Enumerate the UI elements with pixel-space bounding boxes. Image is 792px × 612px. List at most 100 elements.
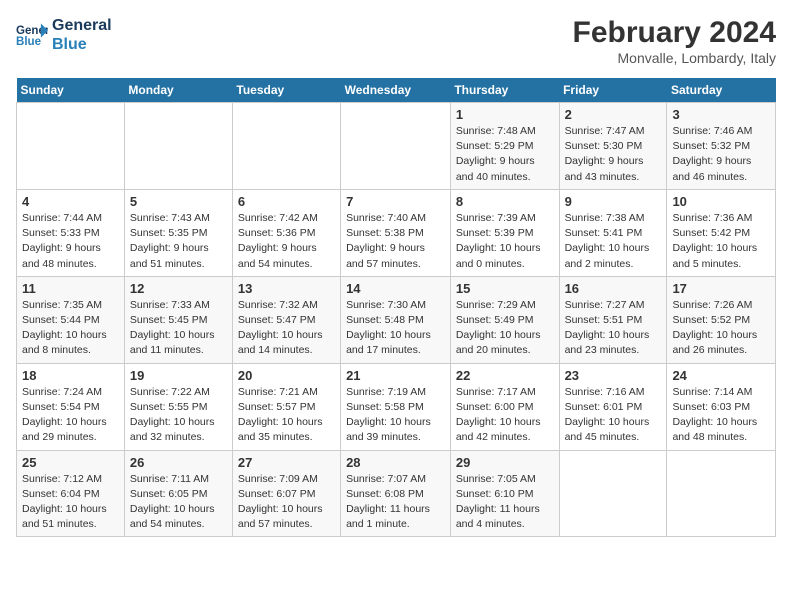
calendar-cell: 26 Sunrise: 7:11 AM Sunset: 6:05 PM Dayli… (124, 450, 232, 537)
day-info: Sunrise: 7:33 AM Sunset: 5:45 PM Dayligh… (130, 298, 227, 359)
calendar-cell (17, 103, 125, 190)
day-number: 29 (456, 455, 554, 470)
logo-text-general: General (52, 16, 112, 35)
day-info: Sunrise: 7:11 AM Sunset: 6:05 PM Dayligh… (130, 472, 227, 533)
day-number: 20 (238, 368, 335, 383)
calendar-cell: 1Sunrise: 7:48 AM Sunset: 5:29 PM Daylig… (450, 103, 559, 190)
calendar-cell: 28 Sunrise: 7:07 AM Sunset: 6:08 PM Dayli… (341, 450, 451, 537)
calendar-cell: 11 Sunrise: 7:35 AM Sunset: 5:44 PM Dayli… (17, 276, 125, 363)
day-info: Sunrise: 7:21 AM Sunset: 5:57 PM Dayligh… (238, 385, 335, 446)
calendar-cell (124, 103, 232, 190)
calendar-week-row: 11 Sunrise: 7:35 AM Sunset: 5:44 PM Dayli… (17, 276, 776, 363)
calendar-cell: 24 Sunrise: 7:14 AM Sunset: 6:03 PM Dayli… (667, 363, 776, 450)
calendar-cell: 9 Sunrise: 7:38 AM Sunset: 5:41 PM Daylig… (559, 189, 667, 276)
calendar-cell: 4 Sunrise: 7:44 AM Sunset: 5:33 PM Daylig… (17, 189, 125, 276)
day-number: 2 (565, 107, 662, 122)
calendar-cell: 8Sunrise: 7:39 AM Sunset: 5:39 PM Daylig… (450, 189, 559, 276)
day-number: 28 (346, 455, 445, 470)
day-number: 13 (238, 281, 335, 296)
day-info: Sunrise: 7:43 AM Sunset: 5:35 PM Dayligh… (130, 211, 227, 272)
calendar-cell (341, 103, 451, 190)
calendar-cell: 3 Sunrise: 7:46 AM Sunset: 5:32 PM Daylig… (667, 103, 776, 190)
weekday-header: Tuesday (232, 78, 340, 103)
calendar-cell (667, 450, 776, 537)
day-info: Sunrise: 7:46 AM Sunset: 5:32 PM Dayligh… (672, 124, 770, 185)
day-info: Sunrise: 7:42 AM Sunset: 5:36 PM Dayligh… (238, 211, 335, 272)
day-info: Sunrise: 7:38 AM Sunset: 5:41 PM Dayligh… (565, 211, 662, 272)
calendar-cell: 19 Sunrise: 7:22 AM Sunset: 5:55 PM Dayli… (124, 363, 232, 450)
calendar-cell: 5 Sunrise: 7:43 AM Sunset: 5:35 PM Daylig… (124, 189, 232, 276)
day-number: 19 (130, 368, 227, 383)
day-number: 12 (130, 281, 227, 296)
calendar-cell: 18 Sunrise: 7:24 AM Sunset: 5:54 PM Dayli… (17, 363, 125, 450)
weekday-header: Saturday (667, 78, 776, 103)
calendar-cell: 20 Sunrise: 7:21 AM Sunset: 5:57 PM Dayli… (232, 363, 340, 450)
day-info: Sunrise: 7:30 AM Sunset: 5:48 PM Dayligh… (346, 298, 445, 359)
day-info: Sunrise: 7:39 AM Sunset: 5:39 PM Dayligh… (456, 211, 554, 272)
day-number: 7 (346, 194, 445, 209)
calendar-cell: 21 Sunrise: 7:19 AM Sunset: 5:58 PM Dayli… (341, 363, 451, 450)
day-info: Sunrise: 7:26 AM Sunset: 5:52 PM Dayligh… (672, 298, 770, 359)
day-number: 15 (456, 281, 554, 296)
calendar-week-row: 1Sunrise: 7:48 AM Sunset: 5:29 PM Daylig… (17, 103, 776, 190)
calendar-cell: 10 Sunrise: 7:36 AM Sunset: 5:42 PM Dayli… (667, 189, 776, 276)
weekday-header-row: SundayMondayTuesdayWednesdayThursdayFrid… (17, 78, 776, 103)
day-info: Sunrise: 7:24 AM Sunset: 5:54 PM Dayligh… (22, 385, 119, 446)
day-number: 6 (238, 194, 335, 209)
title-block: February 2024 Monvalle, Lombardy, Italy (573, 16, 776, 66)
day-number: 9 (565, 194, 662, 209)
day-info: Sunrise: 7:14 AM Sunset: 6:03 PM Dayligh… (672, 385, 770, 446)
day-info: Sunrise: 7:05 AM Sunset: 6:10 PM Dayligh… (456, 472, 554, 533)
calendar-cell: 7Sunrise: 7:40 AM Sunset: 5:38 PM Daylig… (341, 189, 451, 276)
day-number: 10 (672, 194, 770, 209)
day-number: 4 (22, 194, 119, 209)
day-info: Sunrise: 7:17 AM Sunset: 6:00 PM Dayligh… (456, 385, 554, 446)
day-info: Sunrise: 7:29 AM Sunset: 5:49 PM Dayligh… (456, 298, 554, 359)
day-number: 24 (672, 368, 770, 383)
calendar-table: SundayMondayTuesdayWednesdayThursdayFrid… (16, 78, 776, 537)
day-info: Sunrise: 7:22 AM Sunset: 5:55 PM Dayligh… (130, 385, 227, 446)
day-info: Sunrise: 7:07 AM Sunset: 6:08 PM Dayligh… (346, 472, 445, 533)
logo-icon: General Blue (16, 21, 48, 49)
calendar-week-row: 4 Sunrise: 7:44 AM Sunset: 5:33 PM Daylig… (17, 189, 776, 276)
day-info: Sunrise: 7:09 AM Sunset: 6:07 PM Dayligh… (238, 472, 335, 533)
day-info: Sunrise: 7:35 AM Sunset: 5:44 PM Dayligh… (22, 298, 119, 359)
day-number: 11 (22, 281, 119, 296)
calendar-cell: 6 Sunrise: 7:42 AM Sunset: 5:36 PM Daylig… (232, 189, 340, 276)
day-info: Sunrise: 7:36 AM Sunset: 5:42 PM Dayligh… (672, 211, 770, 272)
calendar-cell (232, 103, 340, 190)
day-number: 3 (672, 107, 770, 122)
calendar-cell (559, 450, 667, 537)
day-number: 26 (130, 455, 227, 470)
calendar-cell: 14Sunrise: 7:30 AM Sunset: 5:48 PM Dayli… (341, 276, 451, 363)
weekday-header: Wednesday (341, 78, 451, 103)
weekday-header: Sunday (17, 78, 125, 103)
day-info: Sunrise: 7:12 AM Sunset: 6:04 PM Dayligh… (22, 472, 119, 533)
day-number: 17 (672, 281, 770, 296)
day-info: Sunrise: 7:27 AM Sunset: 5:51 PM Dayligh… (565, 298, 662, 359)
calendar-week-row: 18 Sunrise: 7:24 AM Sunset: 5:54 PM Dayli… (17, 363, 776, 450)
day-info: Sunrise: 7:47 AM Sunset: 5:30 PM Dayligh… (565, 124, 662, 185)
logo: General Blue General Blue (16, 16, 112, 54)
day-number: 21 (346, 368, 445, 383)
calendar-cell: 27 Sunrise: 7:09 AM Sunset: 6:07 PM Dayli… (232, 450, 340, 537)
day-number: 5 (130, 194, 227, 209)
calendar-cell: 15 Sunrise: 7:29 AM Sunset: 5:49 PM Dayli… (450, 276, 559, 363)
weekday-header: Monday (124, 78, 232, 103)
day-number: 25 (22, 455, 119, 470)
calendar-cell: 29 Sunrise: 7:05 AM Sunset: 6:10 PM Dayli… (450, 450, 559, 537)
svg-text:Blue: Blue (16, 36, 42, 48)
weekday-header: Thursday (450, 78, 559, 103)
calendar-cell: 13Sunrise: 7:32 AM Sunset: 5:47 PM Dayli… (232, 276, 340, 363)
day-number: 22 (456, 368, 554, 383)
day-info: Sunrise: 7:19 AM Sunset: 5:58 PM Dayligh… (346, 385, 445, 446)
day-number: 18 (22, 368, 119, 383)
day-number: 16 (565, 281, 662, 296)
calendar-subtitle: Monvalle, Lombardy, Italy (573, 50, 776, 66)
day-info: Sunrise: 7:44 AM Sunset: 5:33 PM Dayligh… (22, 211, 119, 272)
day-number: 27 (238, 455, 335, 470)
calendar-cell: 2 Sunrise: 7:47 AM Sunset: 5:30 PM Daylig… (559, 103, 667, 190)
calendar-cell: 12 Sunrise: 7:33 AM Sunset: 5:45 PM Dayli… (124, 276, 232, 363)
day-number: 1 (456, 107, 554, 122)
calendar-cell: 23Sunrise: 7:16 AM Sunset: 6:01 PM Dayli… (559, 363, 667, 450)
